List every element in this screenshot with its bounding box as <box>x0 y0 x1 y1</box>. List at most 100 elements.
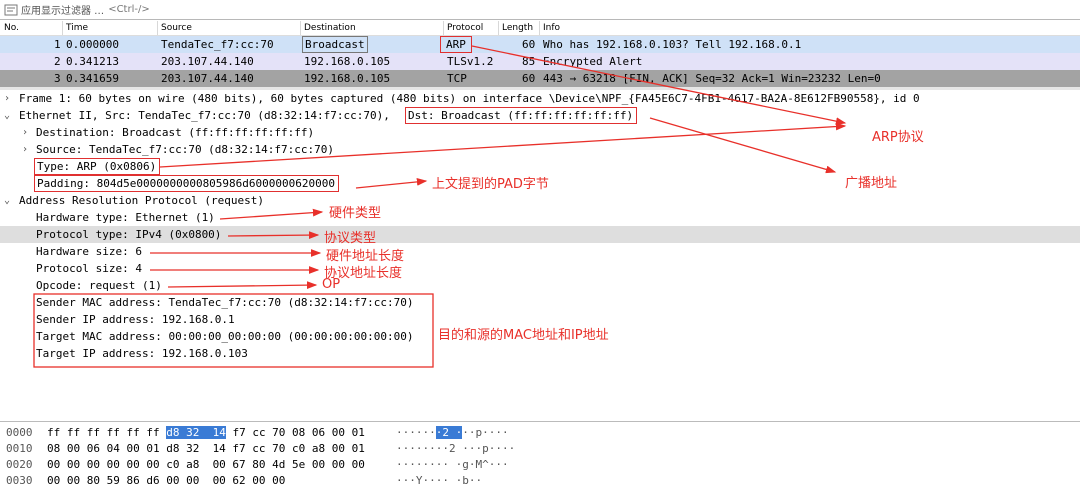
tree-item-target-ip[interactable]: Target IP address: 192.168.0.103 <box>0 345 1080 362</box>
ascii-text: ··p···· <box>462 426 509 439</box>
hex-offset: 0030 <box>6 474 33 487</box>
tree-item-label: Address Resolution Protocol (request) <box>19 194 265 207</box>
eth-dst-label: Dst: Broadcast (ff:ff:ff:ff:ff:ff) <box>405 107 638 124</box>
collapse-arrow-icon[interactable]: ⌄ <box>4 107 10 124</box>
tree-item-hw-size[interactable]: Hardware size: 6 <box>0 243 1080 260</box>
tree-item-label: Protocol size: 4 <box>36 262 142 275</box>
packet-info: 443 → 63218 [FIN, ACK] Seq=32 Ack=1 Win=… <box>543 72 881 85</box>
tree-item-label: Protocol type: IPv4 (0x0800) <box>36 228 222 241</box>
packet-source: 203.107.44.140 <box>161 55 254 68</box>
column-divider[interactable] <box>157 21 158 35</box>
packet-info: Encrypted Alert <box>543 55 643 68</box>
annotation-op: OP <box>322 277 341 292</box>
packet-time: 0.341213 <box>66 55 119 68</box>
hex-bytes[interactable]: 08 00 06 04 00 01 d8 32 14 f7 cc 70 c0 a… <box>47 441 365 457</box>
hex-bytes[interactable]: 00 00 80 59 86 d6 00 00 00 62 00 00 <box>47 473 285 489</box>
tree-item-label: Ethernet II, Src: TendaTec_f7:cc:70 (d8:… <box>19 109 390 122</box>
hex-row[interactable]: 0010 08 00 06 04 00 01 d8 32 14 f7 cc 70… <box>0 441 1080 457</box>
packet-no: 1 <box>54 38 61 51</box>
hex-bytes-selected: d8 32 14 <box>166 426 226 439</box>
filter-placeholder[interactable]: 应用显示过滤器 … <box>21 2 104 17</box>
col-header-destination[interactable]: Destination <box>304 21 356 35</box>
hex-ascii[interactable]: ········ ·g·M^··· <box>396 457 509 473</box>
tree-item-label: Source: TendaTec_f7:cc:70 (d8:32:14:f7:c… <box>36 143 335 156</box>
tree-item-label: Sender IP address: 192.168.0.1 <box>36 313 235 326</box>
tree-item-sender-mac[interactable]: Sender MAC address: TendaTec_f7:cc:70 (d… <box>0 294 1080 311</box>
tree-item-proto-type[interactable]: Protocol type: IPv4 (0x0800) <box>0 226 1080 243</box>
hex-row[interactable]: 0030 00 00 80 59 86 d6 00 00 00 62 00 00… <box>0 473 1080 489</box>
tree-item-label: Sender MAC address: TendaTec_f7:cc:70 (d… <box>36 296 414 309</box>
packet-protocol: TCP <box>447 72 467 85</box>
packet-source: 203.107.44.140 <box>161 72 254 85</box>
packet-row-3[interactable]: 3 0.341659 203.107.44.140 192.168.0.105 … <box>0 70 1080 87</box>
column-divider[interactable] <box>300 21 301 35</box>
annotation-broadcast: 广播地址 <box>845 176 898 191</box>
packet-row-2[interactable]: 2 0.341213 203.107.44.140 192.168.0.105 … <box>0 53 1080 70</box>
ascii-text: ······ <box>396 426 436 439</box>
annotation-proto-type: 协议类型 <box>324 231 377 246</box>
packet-list[interactable]: No. Time Source Destination Protocol Len… <box>0 21 1080 87</box>
packet-length: 85 <box>522 55 536 68</box>
tree-item-opcode[interactable]: Opcode: request (1) <box>0 277 1080 294</box>
packet-time: 0.000000 <box>66 38 119 51</box>
packet-protocol: ARP <box>440 36 472 53</box>
hex-offset: 0020 <box>6 458 33 471</box>
tree-item-hw-type[interactable]: Hardware type: Ethernet (1) <box>0 209 1080 226</box>
filter-shortcut-hint: <Ctrl-/> <box>108 4 150 15</box>
hex-bytes-text: ff ff ff ff ff ff <box>47 426 167 439</box>
hex-dump-pane[interactable]: 0000 ff ff ff ff ff ff d8 32 14 f7 cc 70… <box>0 421 1080 503</box>
hex-ascii[interactable]: ·······2 ···p···· <box>396 425 509 441</box>
hex-ascii[interactable]: ···Y···· ·b·· <box>396 473 482 489</box>
tree-item-label: Destination: Broadcast (ff:ff:ff:ff:ff:f… <box>36 126 315 139</box>
packet-protocol: TLSv1.2 <box>447 55 494 68</box>
packet-destination: Broadcast <box>302 36 368 53</box>
col-header-length[interactable]: Length <box>502 21 533 35</box>
hex-row[interactable]: 0020 00 00 00 00 00 00 c0 a8 00 67 80 4d… <box>0 457 1080 473</box>
packet-list-header: No. Time Source Destination Protocol Len… <box>0 21 1080 36</box>
tree-item-label: Target MAC address: 00:00:00_00:00:00 (0… <box>36 330 414 343</box>
column-divider[interactable] <box>539 21 540 35</box>
filter-bookmark-icon[interactable] <box>4 4 18 16</box>
tree-item-label: Frame 1: 60 bytes on wire (480 bits), 60… <box>19 92 920 105</box>
packet-no: 2 <box>54 55 61 68</box>
display-filter-bar[interactable]: 应用显示过滤器 … <Ctrl-/> <box>0 0 1080 20</box>
packet-no: 3 <box>54 72 61 85</box>
tree-item-label: Type: ARP (0x0806) <box>34 158 161 175</box>
tree-item-arp[interactable]: ⌄ Address Resolution Protocol (request) <box>0 192 1080 209</box>
column-divider[interactable] <box>62 21 63 35</box>
collapse-arrow-icon[interactable]: ⌄ <box>4 192 10 209</box>
hex-bytes[interactable]: ff ff ff ff ff ff d8 32 14 f7 cc 70 08 0… <box>47 425 365 441</box>
packet-source: TendaTec_f7:cc:70 <box>161 38 274 51</box>
col-header-protocol[interactable]: Protocol <box>447 21 483 35</box>
packet-info: Who has 192.168.0.103? Tell 192.168.0.1 <box>543 38 802 51</box>
hex-ascii[interactable]: ········2 ···p···· <box>396 441 515 457</box>
hex-bytes-text: f7 cc 70 08 06 00 01 <box>225 426 365 439</box>
tree-item-label: Padding: 804d5e0000000000805986d60000006… <box>34 175 340 192</box>
packet-destination: 192.168.0.105 <box>304 55 391 68</box>
col-header-source[interactable]: Source <box>161 21 192 35</box>
hex-bytes[interactable]: 00 00 00 00 00 00 c0 a8 00 67 80 4d 5e 0… <box>47 457 365 473</box>
hex-offset: 0000 <box>6 426 33 439</box>
annotation-hw-type: 硬件类型 <box>329 206 382 221</box>
tree-item-ethernet[interactable]: ⌄ Ethernet II, Src: TendaTec_f7:cc:70 (d… <box>0 107 1080 124</box>
tree-item-frame[interactable]: › Frame 1: 60 bytes on wire (480 bits), … <box>0 90 1080 107</box>
expand-arrow-icon[interactable]: › <box>4 90 10 107</box>
hex-row[interactable]: 0000 ff ff ff ff ff ff d8 32 14 f7 cc 70… <box>0 425 1080 441</box>
col-header-no[interactable]: No. <box>4 21 19 35</box>
annotation-pad: 上文提到的PAD字节 <box>432 177 549 192</box>
expand-arrow-icon[interactable]: › <box>22 124 28 141</box>
tree-item-proto-size[interactable]: Protocol size: 4 <box>0 260 1080 277</box>
col-header-info[interactable]: Info <box>543 21 560 35</box>
column-divider[interactable] <box>498 21 499 35</box>
packet-time: 0.341659 <box>66 72 119 85</box>
hex-offset: 0010 <box>6 442 33 455</box>
expand-arrow-icon[interactable]: › <box>22 141 28 158</box>
annotation-arp: ARP协议 <box>872 130 924 145</box>
tree-item-label: Hardware size: 6 <box>36 245 142 258</box>
column-divider[interactable] <box>443 21 444 35</box>
col-header-time[interactable]: Time <box>66 21 88 35</box>
tree-item-label: Opcode: request (1) <box>36 279 162 292</box>
packet-destination: 192.168.0.105 <box>304 72 391 85</box>
packet-length: 60 <box>522 72 536 85</box>
packet-row-1[interactable]: 1 0.000000 TendaTec_f7:cc:70 Broadcast A… <box>0 36 1080 53</box>
